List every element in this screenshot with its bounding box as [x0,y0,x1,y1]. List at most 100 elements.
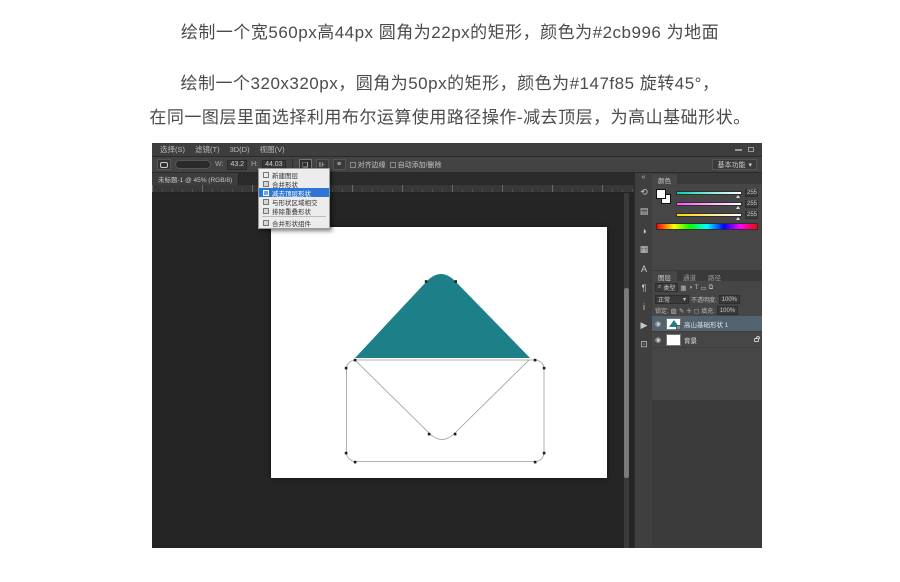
search-icon: ⌕ [658,284,661,291]
info-icon[interactable]: i [635,297,653,316]
color-panel: 颜色 255 255 [652,173,762,270]
tutorial-line-3: 在同一图层里面选择利用布尔运算使用路径操作-减去顶层，为高山基础形状。 [0,103,900,128]
character-icon[interactable]: A [635,259,653,278]
path-arrangement-button[interactable]: ≡ [333,159,346,170]
layer-name[interactable]: 背景 [684,335,697,345]
options-bar: W: 43.2 H: 44.03 ❏ ⊪ ≡ 对齐边缘 自动添加/删除 基本功能… [152,156,762,173]
layer-filter-row: ⌕ 类型 ▦ ◑ T ▭ ⧉ [652,281,762,294]
shape-mode-dropdown[interactable] [175,160,211,169]
minimize-icon[interactable] [735,149,742,151]
layers-panel-tabs: 图层 通道 路径 [652,270,762,281]
blue-value[interactable]: 255 [745,211,758,219]
filter-type-icon[interactable]: T [694,284,698,291]
auto-add-checkbox[interactable]: 自动添加/删除 [390,160,442,170]
foreground-swatch[interactable] [656,189,666,199]
tutorial-line-1: 绘制一个宽560px高44px 圆角为22px的矩形，颜色为#2cb996 为地… [0,18,900,43]
opacity-field[interactable]: 100% [719,295,740,304]
layer-lock-icon [754,338,759,342]
visibility-eye-icon[interactable]: ◉ [655,336,663,344]
photoshop-window: 选择(S) 滤镜(T) 3D(D) 视图(V) W: 43.2 H: 44.03… [152,143,762,548]
tab-layers[interactable]: 图层 [652,271,677,281]
color-panel-tabs: 颜色 [652,173,762,184]
green-slider-row: 255 [676,200,758,208]
document-tab[interactable]: 未标题-1 @ 45% (RGB/8) [152,173,239,185]
chevron-down-icon: ▾ [748,161,752,169]
actions-icon[interactable]: ▶ [635,316,653,335]
menu-item-exclude-overlapping-shapes[interactable]: 排除重叠形状 [259,206,329,215]
red-slider[interactable] [676,191,742,195]
combine-shapes-icon [263,181,269,187]
filter-adjustment-icon[interactable]: ◑ [689,284,693,291]
menu-filter[interactable]: 滤镜(T) [195,144,220,155]
layer-row-mountain[interactable]: ◉ 高山基础形状 1 [652,316,762,332]
fill-label: 填充: [701,306,715,315]
layer-row-background[interactable]: ◉ 背景 [652,332,762,348]
panel-dock: 颜色 255 255 [652,173,762,548]
visibility-eye-icon[interactable]: ◉ [655,320,663,328]
layer-thumbnail[interactable] [666,318,681,330]
canvas-area[interactable] [152,193,634,548]
layer-name[interactable]: 高山基础形状 1 [684,319,728,329]
path-operations-menu: 新建图层 合并形状 减去顶层形状 与形状区域相交 排除重叠形状 合并形状组件 [258,168,330,229]
green-slider[interactable] [676,202,742,206]
layer-filter-dropdown[interactable]: ⌕ 类型 [655,283,678,292]
vertical-scrollbar[interactable] [624,193,629,548]
shape-layer-badge-icon [676,325,681,330]
intersect-shapes-icon [263,199,269,205]
mountain-shape [355,274,530,358]
tab-color[interactable]: 颜色 [652,174,677,184]
merge-shape-components-icon [263,220,269,226]
red-slider-row: 255 [676,189,758,197]
artboard[interactable] [271,227,607,478]
fill-field[interactable]: 100% [717,306,738,315]
blue-slider[interactable] [676,213,742,217]
exclude-shapes-icon [263,208,269,214]
lock-all-icon[interactable]: ◻ [694,307,699,315]
menu-view[interactable]: 视图(V) [260,144,285,155]
filter-pixel-icon[interactable]: ▦ [680,284,686,292]
green-value[interactable]: 255 [745,200,758,208]
paragraph-icon[interactable]: ¶ [635,278,653,297]
tab-channels[interactable]: 通道 [677,271,702,281]
panel-dock-strip: « ⟲ ▤ ◑ ▦ A ¶ i ▶ ⊡ [634,173,652,548]
menu-select[interactable]: 选择(S) [160,144,185,155]
history-icon[interactable]: ⟲ [635,183,653,202]
tab-paths[interactable]: 路径 [702,271,727,281]
blend-mode-row: 正常 ▾ 不透明度: 100% [652,294,762,305]
lock-pixels-icon[interactable]: ✎ [679,307,684,315]
scrollbar-thumb[interactable] [624,288,629,478]
navigator-icon[interactable]: ⊡ [635,335,653,354]
red-value[interactable]: 255 [745,189,758,197]
diamond-bottom-path [355,360,529,440]
align-edges-checkbox[interactable]: 对齐边缘 [350,160,386,170]
checkbox-icon [390,162,396,168]
checkbox-icon [350,162,356,168]
lock-row: 锁定: ▨ ✎ ✛ ◻ 填充: 100% [652,305,762,316]
filter-shape-icon[interactable]: ▭ [700,284,706,292]
color-spectrum-bar[interactable] [656,223,758,230]
maximize-icon[interactable] [748,147,754,152]
tutorial-text: 绘制一个宽560px高44px 圆角为22px的矩形，颜色为#2cb996 为地… [0,18,900,128]
tool-preset-icon[interactable] [157,159,171,170]
slider-handle-icon[interactable] [736,206,740,209]
chevron-down-icon: ▾ [683,296,686,303]
height-label: H: [251,161,258,168]
lock-position-icon[interactable]: ✛ [686,307,691,315]
menu-3d[interactable]: 3D(D) [230,145,250,154]
adjustments-icon[interactable]: ◑ [635,221,653,240]
workspace-switcher[interactable]: 基本功能▾ [712,159,757,170]
layer-thumbnail[interactable] [666,334,681,346]
lock-transparency-icon[interactable]: ▨ [671,307,677,315]
menu-item-merge-shape-components[interactable]: 合并形状组件 [259,218,329,227]
blue-slider-row: 255 [676,211,758,219]
width-field[interactable]: 43.2 [227,160,247,170]
blend-mode-dropdown[interactable]: 正常 ▾ [655,295,689,304]
slider-handle-icon[interactable] [736,217,740,220]
collapse-panels-icon[interactable]: « [635,173,652,183]
properties-icon[interactable]: ▤ [635,202,653,221]
ground-rect-path [347,360,545,462]
slider-handle-icon[interactable] [736,195,740,198]
filter-smart-object-icon[interactable]: ⧉ [709,284,714,292]
foreground-background-swatches[interactable] [656,189,672,205]
styles-icon[interactable]: ▦ [635,240,653,259]
